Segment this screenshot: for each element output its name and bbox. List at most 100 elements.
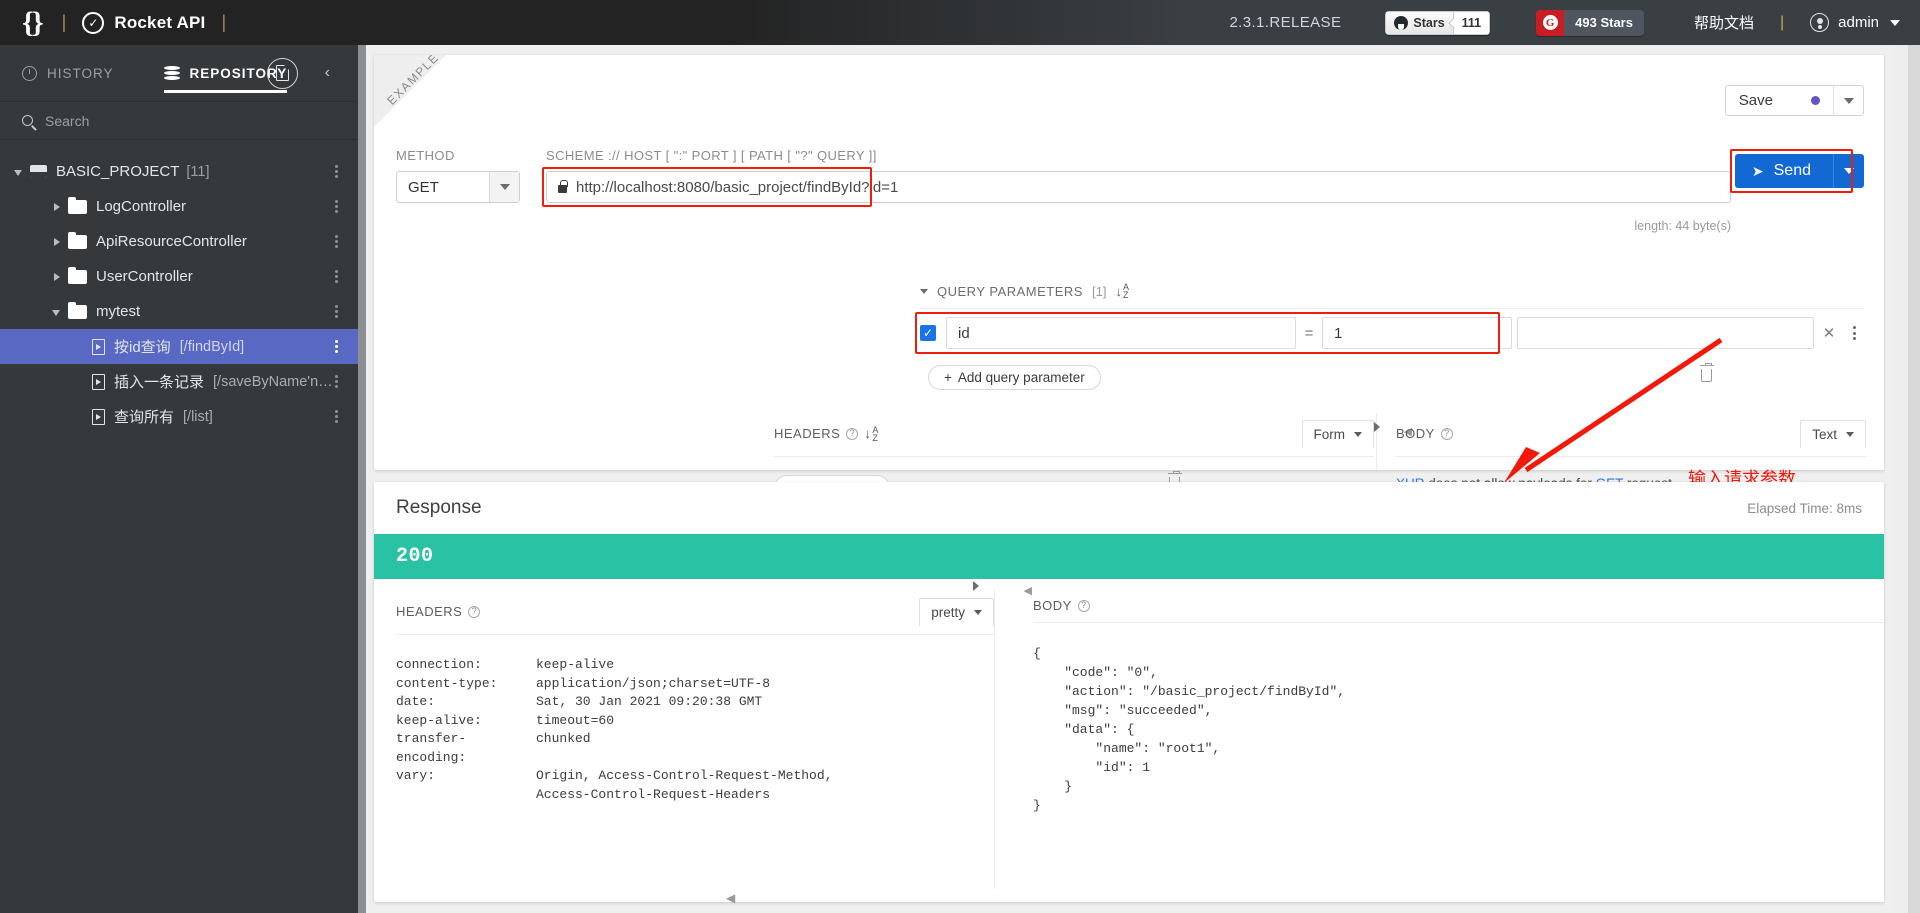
tree-item-basic-project[interactable]: BASIC_PROJECT [11]: [0, 154, 358, 189]
response-header: Response Elapsed Time: 8ms: [374, 482, 1884, 534]
document-icon[interactable]: [267, 57, 298, 89]
more-options-icon[interactable]: [335, 200, 338, 213]
header-value: Origin, Access-Control-Request-Method, A…: [536, 768, 833, 802]
scrollbar-thumb[interactable]: [1908, 45, 1920, 913]
response-headers-view-select[interactable]: pretty: [919, 598, 994, 626]
sort-alpha-icon[interactable]: ↓ A Z: [1115, 283, 1129, 300]
query-parameters-header[interactable]: QUERY PARAMETERS [1] ↓ A Z: [920, 283, 1129, 300]
header-key: date:: [396, 694, 436, 709]
question-icon[interactable]: ?: [1077, 599, 1090, 612]
response-headers-title: HEADERS: [396, 604, 463, 619]
github-icon: [1394, 15, 1409, 30]
send-button[interactable]: ➤ Send: [1734, 154, 1833, 188]
tree-item-findbyid[interactable]: 按id查询 [/findById]: [0, 329, 358, 364]
chevron-right-icon[interactable]: [52, 272, 62, 282]
horizontal-scroll-left-icon[interactable]: ◀: [726, 891, 735, 905]
search-icon: [22, 115, 33, 126]
chevron-down-icon[interactable]: [920, 288, 928, 294]
response-body-json: { "code": "0", "action": "/basic_project…: [1033, 646, 1346, 813]
app-logo-icon[interactable]: {}: [18, 7, 46, 38]
repository-tree: BASIC_PROJECT [11] LogController ApiReso…: [0, 140, 358, 913]
tree-item-path: [/findById]: [179, 338, 245, 355]
tab-history[interactable]: HISTORY: [22, 45, 114, 101]
method-dropdown-arrow[interactable]: [489, 172, 519, 202]
brand-link[interactable]: ✓ Rocket API: [82, 11, 205, 34]
send-button-group[interactable]: ➤ Send: [1729, 149, 1864, 193]
tree-item-apiresourcecontroller[interactable]: ApiResourceController: [0, 224, 358, 259]
tree-item-savebyname[interactable]: 插入一条记录 [/saveByName'n…: [0, 364, 358, 399]
tree-item-usercontroller[interactable]: UserController: [0, 259, 358, 294]
header-key: transfer-encoding:: [396, 731, 467, 765]
method-label: METHOD: [396, 148, 455, 163]
query-parameter-equals: =: [1304, 324, 1314, 342]
save-dropdown-button[interactable]: [1833, 86, 1863, 115]
chevron-down-icon[interactable]: [14, 167, 24, 177]
header-key: keep-alive:: [396, 712, 482, 728]
more-options-icon[interactable]: [1844, 326, 1864, 340]
lock-icon: [558, 179, 568, 193]
gitee-stars-badge[interactable]: G 493 Stars: [1536, 9, 1644, 36]
question-icon[interactable]: ?: [846, 427, 859, 440]
chevron-down-icon: [1844, 168, 1854, 174]
tree-item-list[interactable]: 查询所有 [/list]: [0, 399, 358, 434]
header-value: keep-alive: [536, 657, 615, 672]
chevron-down-icon[interactable]: [52, 307, 62, 317]
more-options-icon[interactable]: [335, 270, 338, 283]
sidebar-search[interactable]: [0, 102, 358, 140]
api-file-icon: [92, 373, 105, 390]
tree-item-logcontroller[interactable]: LogController: [0, 189, 358, 224]
remove-parameter-icon[interactable]: ✕: [1814, 324, 1844, 342]
query-parameter-checkbox[interactable]: ✓: [920, 325, 936, 341]
url-field-wrap: http://localhost:8080/basic_project/find…: [542, 167, 1731, 233]
scrollbar-track[interactable]: [1894, 45, 1908, 913]
question-icon[interactable]: ?: [468, 605, 481, 618]
sort-alpha-icon[interactable]: ↓ A Z: [864, 425, 879, 442]
tree-item-label: ApiResourceController: [96, 233, 247, 250]
chevron-right-icon[interactable]: [1374, 422, 1380, 432]
request-headers-view-select[interactable]: Form: [1301, 420, 1374, 448]
help-doc-link[interactable]: 帮助文档: [1694, 12, 1754, 33]
more-options-icon[interactable]: [335, 235, 338, 248]
database-icon: [163, 66, 180, 80]
method-block: METHOD GET: [396, 148, 520, 203]
paper-plane-icon: ➤: [1751, 162, 1764, 179]
sidebar: HISTORY REPOSITORY ‹ BASIC_PROJECT [11] …: [0, 45, 358, 913]
request-length-note: length: 44 byte(s): [1634, 219, 1731, 233]
chevron-right-icon[interactable]: [52, 237, 62, 247]
save-button[interactable]: Save: [1726, 86, 1833, 115]
github-stars-badge[interactable]: Stars 111: [1385, 10, 1491, 35]
add-query-parameter-button[interactable]: + Add query parameter: [928, 365, 1101, 390]
more-options-icon[interactable]: [335, 165, 338, 178]
response-headers-section: HEADERS ? pretty ◀ connection: keep-aliv…: [374, 579, 1032, 899]
github-stars-label: Stars: [1413, 15, 1445, 30]
query-parameter-key-input[interactable]: id: [946, 317, 1296, 349]
chevron-down-icon: [1846, 432, 1854, 437]
chevron-right-icon[interactable]: [52, 202, 62, 212]
more-options-icon[interactable]: [335, 410, 338, 423]
request-headers-title-group: HEADERS ? ↓ A Z: [774, 425, 879, 442]
send-dropdown-button[interactable]: [1833, 154, 1864, 188]
query-parameter-value-input[interactable]: 1: [1322, 317, 1512, 349]
chevron-right-icon[interactable]: [973, 581, 979, 591]
question-icon[interactable]: ?: [1440, 427, 1453, 440]
drive-icon: [30, 165, 47, 178]
method-select[interactable]: GET: [396, 171, 520, 203]
user-menu[interactable]: admin: [1810, 13, 1920, 32]
more-options-icon[interactable]: [335, 305, 338, 318]
save-button-group[interactable]: Save: [1724, 85, 1864, 116]
header-key: connection:: [396, 657, 482, 672]
table-row: transfer-encoding: chunked: [396, 730, 994, 767]
tree-item-label: 查询所有: [114, 409, 175, 426]
search-input[interactable]: [45, 112, 336, 129]
folder-icon: [68, 266, 87, 284]
sidebar-resize-handle[interactable]: [358, 45, 366, 913]
more-options-icon[interactable]: [335, 340, 338, 353]
chevron-left-icon[interactable]: ‹: [325, 64, 330, 82]
more-options-icon[interactable]: [335, 375, 338, 388]
url-input[interactable]: http://localhost:8080/basic_project/find…: [546, 171, 1731, 203]
tree-item-mytest[interactable]: mytest: [0, 294, 358, 329]
request-body-view-select[interactable]: Text: [1800, 420, 1866, 448]
unsaved-indicator-icon: [1811, 96, 1820, 105]
github-stars-count: 111: [1453, 10, 1491, 35]
header-value: Sat, 30 Jan 2021 09:20:38 GMT: [536, 694, 763, 709]
